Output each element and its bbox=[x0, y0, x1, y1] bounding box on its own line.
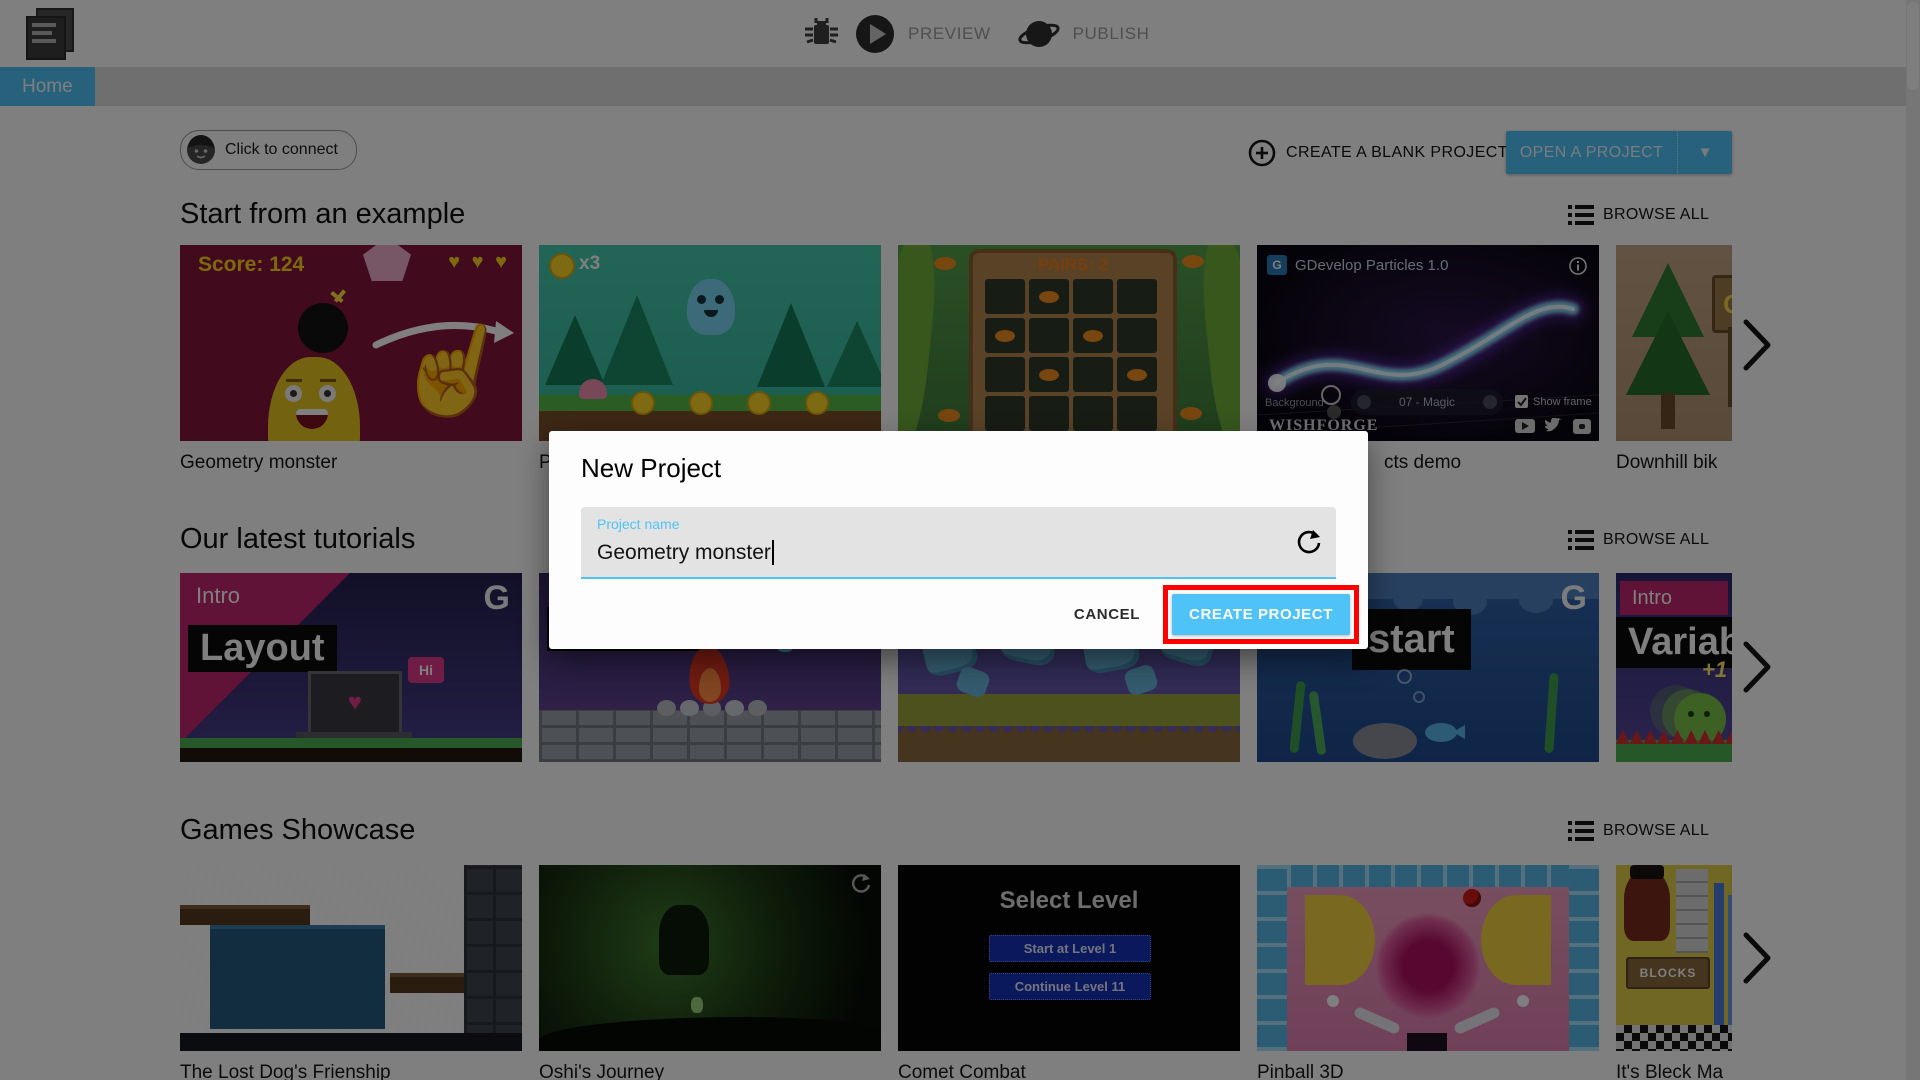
new-project-dialog: New Project Project name Geometry monste… bbox=[549, 431, 1368, 649]
refresh-icon[interactable] bbox=[1296, 529, 1322, 555]
cancel-button[interactable]: CANCEL bbox=[1068, 598, 1146, 631]
project-name-input[interactable]: Project name Geometry monster bbox=[581, 507, 1336, 579]
dialog-actions: CANCEL CREATE PROJECT bbox=[1068, 585, 1359, 644]
dialog-title: New Project bbox=[581, 453, 722, 483]
gdevelop-window: PREVIEW PUBLISH Home Click to connect bbox=[0, 0, 1920, 1080]
project-name-label: Project name bbox=[597, 516, 680, 532]
project-name-value: Geometry monster bbox=[597, 540, 771, 564]
create-project-label: CREATE PROJECT bbox=[1189, 606, 1333, 623]
text-cursor bbox=[771, 540, 774, 565]
create-project-button[interactable]: CREATE PROJECT bbox=[1163, 585, 1359, 644]
